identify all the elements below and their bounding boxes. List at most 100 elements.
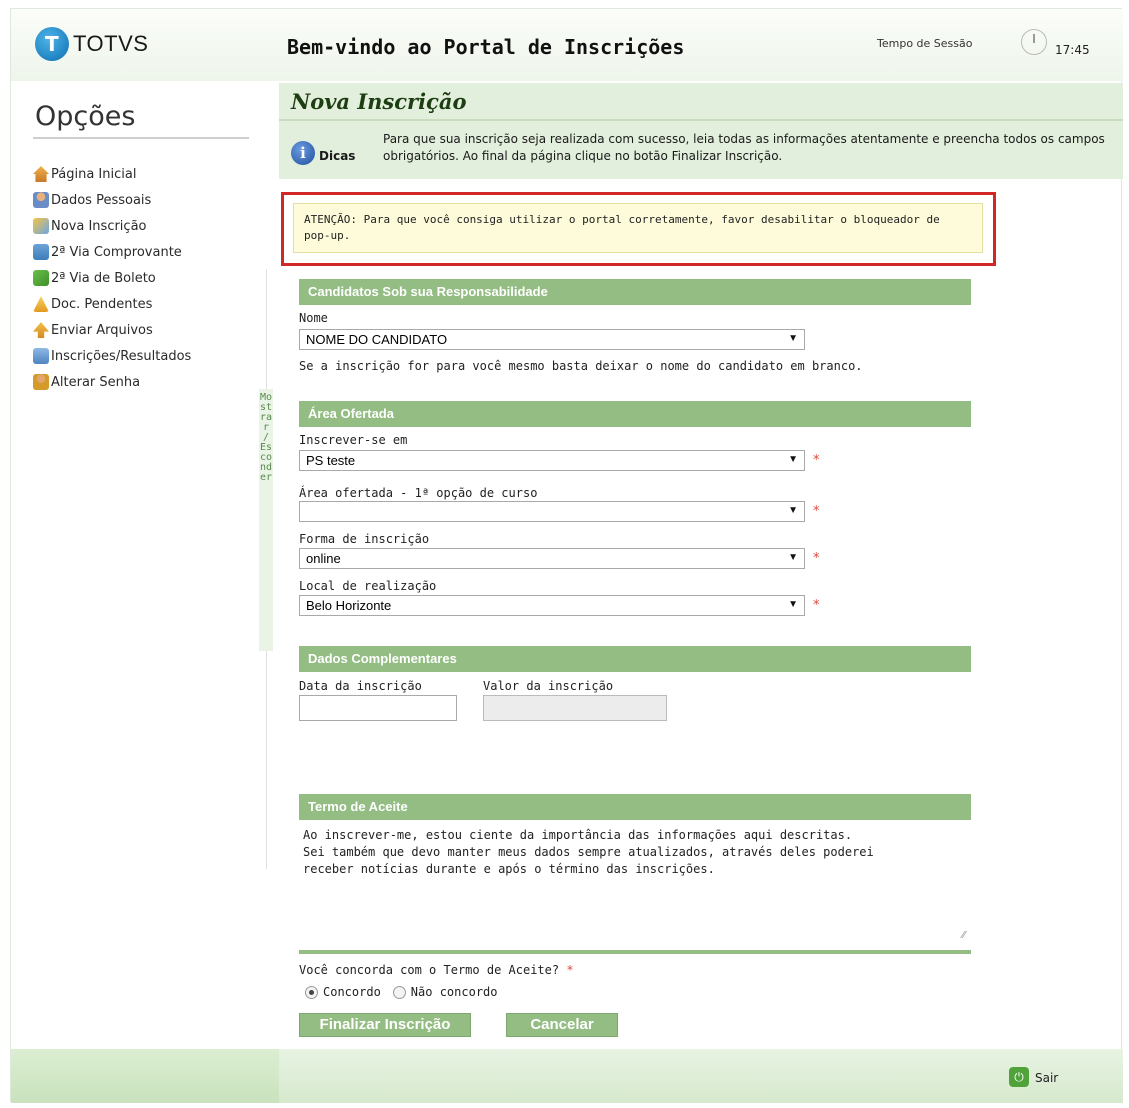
sidebar-item-label: Dados Pessoais bbox=[51, 192, 152, 208]
warning-highlight: ATENÇÃO: Para que você consiga utilizar … bbox=[281, 192, 996, 266]
user-icon bbox=[33, 192, 49, 208]
sidebar-toggle[interactable]: Mostrar / Esconder bbox=[259, 389, 273, 651]
totvs-logo-icon bbox=[35, 27, 69, 61]
select-value: NOME DO CANDIDATO bbox=[306, 332, 448, 347]
section-candidates: Candidatos Sob sua Responsabilidade bbox=[299, 279, 971, 305]
registration-form-select[interactable]: online ▼ bbox=[299, 548, 805, 569]
form-label: Forma de inscrição bbox=[299, 532, 430, 546]
pending-docs-icon bbox=[33, 296, 49, 312]
sidebar-item-new-registration[interactable]: Nova Inscrição bbox=[33, 213, 191, 239]
terms-divider bbox=[299, 950, 971, 954]
boleto-icon bbox=[33, 270, 49, 286]
logo-text: TOTVS bbox=[73, 31, 149, 56]
agree-radio[interactable] bbox=[305, 985, 318, 999]
disagree-label[interactable]: Não concordo bbox=[411, 985, 498, 999]
sidebar-item-pending-docs[interactable]: Doc. Pendentes bbox=[33, 291, 191, 317]
header: TOTVS Bem-vindo ao Portal de Inscrições … bbox=[11, 9, 1123, 81]
section-complementary: Dados Complementares bbox=[299, 646, 971, 672]
select-value: PS teste bbox=[306, 453, 356, 468]
candidate-hint: Se a inscrição for para você mesmo basta… bbox=[299, 359, 863, 373]
sidebar-item-label: Nova Inscrição bbox=[51, 218, 147, 234]
chevron-down-icon: ▼ bbox=[788, 333, 798, 344]
chevron-down-icon: ▼ bbox=[788, 505, 798, 516]
sidebar-item-results[interactable]: Inscrições/Resultados bbox=[33, 343, 191, 369]
sidebar-item-label: Inscrições/Resultados bbox=[51, 348, 192, 364]
required-mark: * bbox=[813, 598, 820, 613]
sidebar-title-divider bbox=[33, 137, 249, 139]
cancel-button[interactable]: Cancelar bbox=[506, 1013, 618, 1037]
sidebar-item-label: 2ª Via de Boleto bbox=[51, 270, 156, 286]
candidate-name-select[interactable]: NOME DO CANDIDATO ▼ bbox=[299, 329, 805, 350]
section-terms: Termo de Aceite bbox=[299, 794, 971, 820]
select-value: online bbox=[306, 551, 341, 566]
sidebar-item-boleto-copy[interactable]: 2ª Via de Boleto bbox=[33, 265, 191, 291]
required-mark: * bbox=[566, 963, 574, 977]
agree-question-text: Você concorda com o Termo de Aceite? bbox=[299, 963, 560, 977]
enroll-select[interactable]: PS teste ▼ bbox=[299, 450, 805, 471]
name-label: Nome bbox=[299, 311, 328, 325]
popup-warning: ATENÇÃO: Para que você consiga utilizar … bbox=[293, 203, 983, 253]
upload-icon bbox=[33, 322, 49, 338]
select-value: Belo Horizonte bbox=[306, 598, 392, 613]
disagree-radio[interactable] bbox=[392, 985, 406, 999]
page-title: Nova Inscrição bbox=[291, 89, 467, 114]
power-icon[interactable]: ⏻ bbox=[1009, 1067, 1029, 1087]
page-header: Nova Inscrição i Dicas Para que sua insc… bbox=[279, 83, 1123, 179]
registration-date-input[interactable] bbox=[299, 695, 457, 721]
app-frame: TOTVS Bem-vindo ao Portal de Inscrições … bbox=[10, 8, 1123, 1103]
agree-radio-group: Concordo Não concordo bbox=[305, 985, 498, 999]
info-icon: i bbox=[291, 141, 315, 165]
chevron-down-icon: ▼ bbox=[788, 454, 798, 465]
clock-icon bbox=[1021, 29, 1047, 55]
chevron-down-icon: ▼ bbox=[788, 599, 798, 610]
terms-line: receber notícias durante e após o términ… bbox=[303, 862, 715, 876]
sidebar-item-change-password[interactable]: Alterar Senha bbox=[33, 369, 191, 395]
location-label: Local de realização bbox=[299, 579, 437, 593]
date-label: Data da inscrição bbox=[299, 679, 422, 693]
agree-label[interactable]: Concordo bbox=[323, 985, 381, 999]
sidebar-item-receipt-copy[interactable]: 2ª Via Comprovante bbox=[33, 239, 191, 265]
sidebar-item-label: Alterar Senha bbox=[51, 374, 141, 390]
footer: ⏻ Sair bbox=[11, 1049, 1123, 1103]
sidebar-item-home[interactable]: Página Inicial bbox=[33, 161, 191, 187]
terms-line: Ao inscrever-me, estou ciente da importâ… bbox=[303, 828, 853, 842]
required-mark: * bbox=[813, 504, 820, 519]
page-title-divider bbox=[279, 119, 1123, 121]
key-icon bbox=[33, 374, 49, 390]
logout-link[interactable]: Sair bbox=[1035, 1071, 1058, 1085]
sidebar-item-upload-files[interactable]: Enviar Arquivos bbox=[33, 317, 191, 343]
results-icon bbox=[33, 348, 49, 364]
receipt-icon bbox=[33, 244, 49, 260]
required-mark: * bbox=[813, 453, 820, 468]
sidebar: Opções Página Inicial Dados Pessoais Nov… bbox=[11, 81, 259, 1061]
welcome-title: Bem-vindo ao Portal de Inscrições bbox=[287, 35, 685, 59]
terms-line: Sei também que devo manter meus dados se… bbox=[303, 845, 874, 859]
footer-left bbox=[11, 1049, 279, 1103]
registration-value-input bbox=[483, 695, 667, 721]
location-select[interactable]: Belo Horizonte ▼ bbox=[299, 595, 805, 616]
chevron-down-icon: ▼ bbox=[788, 552, 798, 563]
session-time: 17:45 bbox=[1055, 43, 1090, 57]
terms-textarea[interactable]: Ao inscrever-me, estou ciente da importâ… bbox=[303, 827, 963, 878]
resize-handle-icon[interactable]: ⁄⁄ bbox=[962, 930, 965, 941]
required-mark: * bbox=[813, 551, 820, 566]
sidebar-title: Opções bbox=[35, 101, 136, 132]
sidebar-item-label: Página Inicial bbox=[51, 166, 137, 182]
enroll-label: Inscrever-se em bbox=[299, 433, 408, 447]
sidebar-item-personal-data[interactable]: Dados Pessoais bbox=[33, 187, 191, 213]
sidebar-item-label: 2ª Via Comprovante bbox=[51, 244, 182, 260]
new-registration-icon bbox=[33, 218, 49, 234]
logo: TOTVS bbox=[35, 27, 148, 61]
sidebar-item-label: Doc. Pendentes bbox=[51, 296, 153, 312]
section-area: Área Ofertada bbox=[299, 401, 971, 427]
course-select[interactable]: ▼ bbox=[299, 501, 805, 522]
course-label: Área ofertada - 1ª opção de curso bbox=[299, 486, 538, 500]
tips-label: Dicas bbox=[319, 149, 356, 163]
tips-text: Para que sua inscrição seja realizada co… bbox=[383, 132, 1105, 163]
sidebar-item-label: Enviar Arquivos bbox=[51, 322, 153, 338]
home-icon bbox=[33, 166, 49, 182]
value-label: Valor da inscrição bbox=[483, 679, 614, 693]
session-label: Tempo de Sessão bbox=[877, 37, 973, 50]
agree-question: Você concorda com o Termo de Aceite? * bbox=[299, 963, 574, 977]
finish-registration-button[interactable]: Finalizar Inscrição bbox=[299, 1013, 471, 1037]
